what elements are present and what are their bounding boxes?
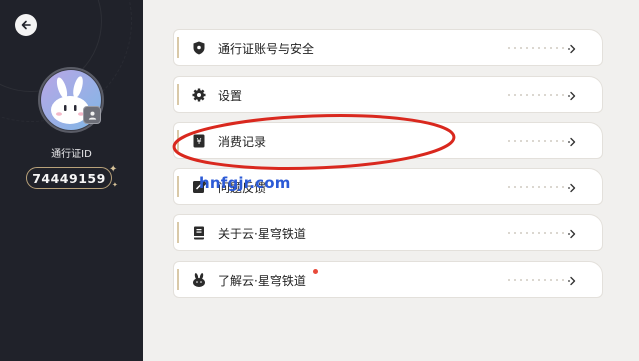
chevron-right-icon — [566, 273, 580, 287]
chevron-right-icon — [566, 180, 580, 194]
menu-item-label: 了解云·星穹铁道 — [218, 274, 306, 288]
decor-dots — [506, 94, 566, 96]
chevron-right-icon — [566, 134, 580, 148]
shield-icon — [191, 40, 207, 56]
menu-item-label: 通行证账号与安全 — [218, 42, 315, 56]
person-icon — [88, 111, 96, 120]
menu-item-about[interactable]: 关于云·星穹铁道 — [173, 214, 603, 251]
sparkle-icon: ✦ — [112, 181, 118, 189]
decor-dots — [506, 186, 566, 188]
edit-avatar-badge[interactable] — [83, 106, 101, 124]
gear-icon — [191, 87, 207, 103]
menu-item-label: 消费记录 — [218, 135, 267, 149]
notification-dot — [313, 269, 318, 274]
svg-text:¥: ¥ — [196, 137, 201, 146]
arrow-left-icon — [21, 20, 31, 30]
decor-dots — [506, 47, 566, 49]
bunny-icon — [191, 272, 207, 288]
chevron-right-icon — [566, 88, 580, 102]
menu-item-learn-more[interactable]: 了解云·星穹铁道 — [173, 261, 603, 298]
pass-id-label: 通行证ID — [51, 149, 92, 160]
menu-item-label: 设置 — [218, 89, 243, 103]
menu-item-account-security[interactable]: 通行证账号与安全 — [173, 29, 603, 66]
decor-dots — [506, 279, 566, 281]
back-button[interactable] — [15, 14, 37, 36]
chevron-right-icon — [566, 226, 580, 240]
sparkle-icon: ✦ — [109, 164, 118, 175]
receipt-icon: ¥ — [191, 133, 207, 149]
menu-item-label: 关于云·星穹铁道 — [218, 227, 306, 241]
menu-item-purchase-history[interactable]: ¥ 消费记录 — [173, 122, 603, 159]
chevron-right-icon — [566, 41, 580, 55]
decor-dots — [506, 232, 566, 234]
decor-dots — [506, 140, 566, 142]
sidebar: 通行证ID 74449159 ✦ ✦ — [0, 0, 143, 361]
book-icon — [191, 225, 207, 241]
user-id-badge[interactable]: 74449159 — [26, 167, 112, 189]
menu-item-settings[interactable]: 设置 — [173, 76, 603, 113]
watermark: hnfgjr.com — [199, 174, 291, 192]
user-id-value: 74449159 — [32, 170, 106, 186]
